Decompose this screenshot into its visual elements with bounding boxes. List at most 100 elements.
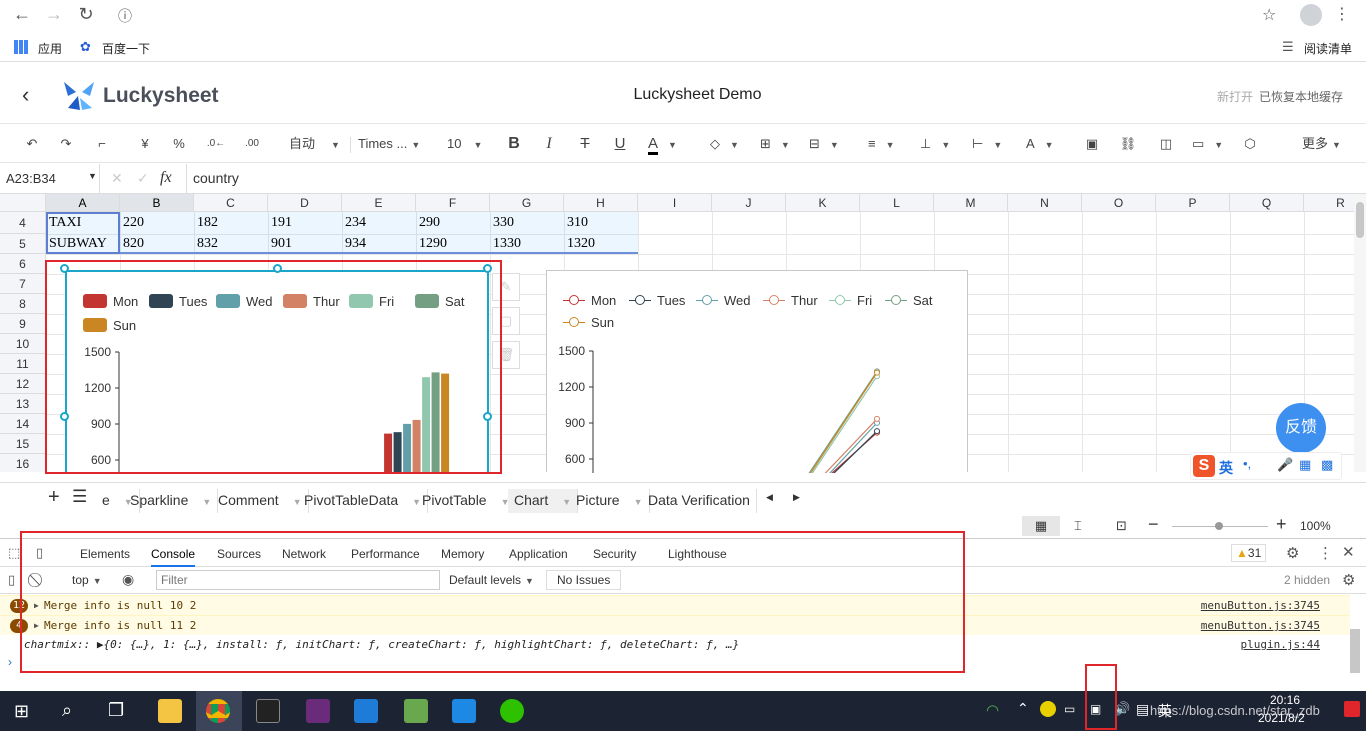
console-source-link[interactable]: menuButton.js:3745 [1201,596,1320,616]
sheet-tab[interactable]: Picture ▼ [570,489,650,513]
sheet-tab[interactable]: Data Verification [642,489,757,513]
sidebar-toggle-icon[interactable]: ▯ [8,572,15,588]
star-icon[interactable]: ☆ [1262,5,1276,25]
profile-avatar[interactable] [1300,4,1322,26]
windows-start-icon[interactable]: ⊞ [14,701,29,722]
notepad-icon[interactable] [404,699,428,723]
legend-item[interactable]: Fri [349,294,394,309]
legend-item[interactable]: Wed [696,293,751,308]
network-icon[interactable]: ▣ [1090,702,1101,716]
resize-handle[interactable] [483,412,492,421]
zoom-slider-thumb[interactable] [1215,522,1223,530]
cell[interactable]: 290 [416,213,490,233]
confirm-icon[interactable]: ✓ [137,170,149,187]
column-header[interactable]: G [490,194,564,212]
legend-item[interactable]: Sun [563,315,614,330]
column-header[interactable]: A [46,194,120,212]
forward-icon[interactable]: → [42,4,66,25]
expand-icon[interactable]: ▶ [34,616,39,636]
page-layout-icon[interactable]: ⊡ [1116,518,1127,534]
devtools-tab[interactable]: Memory [441,547,484,561]
sheet-tab[interactable]: Chart ▼ [508,489,579,513]
italic-button[interactable]: I [540,134,558,154]
terminal-icon[interactable] [256,699,280,723]
resize-handle[interactable] [60,264,69,273]
column-header[interactable]: H [564,194,638,212]
console-settings-icon[interactable]: ⚙ [1342,571,1355,589]
cell[interactable]: 220 [120,213,194,233]
image-icon[interactable]: ▣ [1082,134,1102,154]
align-button[interactable]: ≡ ▼ [868,134,904,154]
legend-item[interactable]: Sun [83,318,136,333]
apps-grid-icon[interactable]: ▩ [1321,457,1333,473]
sheet-tab[interactable]: Sparkline ▼ [124,489,219,513]
feedback-button[interactable]: 反馈 [1276,403,1326,453]
devtools-tab[interactable]: Performance [351,547,420,561]
punctuation-icon[interactable]: •, [1243,456,1251,471]
legend-item[interactable]: Tues [149,294,207,309]
legend-item[interactable]: Fri [829,293,872,308]
chrome-active[interactable] [196,691,242,731]
vscode-icon[interactable] [354,699,378,723]
console-scrollbar[interactable] [1350,629,1360,673]
chevron-down-icon[interactable]: ▼ [88,171,97,181]
context-select[interactable]: top ▼ [72,573,102,587]
eye-icon[interactable]: ◉ [122,571,134,588]
row-header[interactable]: 7 [0,274,46,294]
merge-button[interactable]: ⊟ ▼ [809,134,845,154]
line-chart[interactable]: 15001200900600300 MonTuesWedThurFriSatSu… [546,270,968,473]
wifi-icon[interactable]: ◠ [986,701,999,719]
link-icon[interactable]: ⛓ [1118,134,1138,154]
more-button[interactable]: 更多 ▼ [1302,134,1346,154]
devtools-tab[interactable]: Application [509,547,568,561]
device-toolbar-icon[interactable]: ▯ [36,545,43,561]
sheet-tab[interactable]: PivotTableData ▼ [298,489,429,513]
volume-icon[interactable]: 🔊 [1114,701,1130,717]
corner-cell[interactable] [0,194,46,212]
cell[interactable]: TAXI [46,213,120,233]
border-button[interactable]: ⊞ ▼ [760,134,796,154]
devtools-tab[interactable]: Elements [80,547,130,561]
column-header[interactable]: B [120,194,194,212]
console-message[interactable]: 4 ▶ Merge info is null 11 2 menuButton.js:3… [0,615,1350,635]
legend-item[interactable]: Mon [563,293,616,308]
font-size-select[interactable]: 10 ▼ [447,134,487,154]
console-prompt-icon[interactable]: › [8,655,12,669]
close-icon[interactable]: ✕ [1342,543,1355,561]
scrollbar-thumb[interactable] [1356,202,1364,238]
bookmark-apps[interactable]: 应用 [38,40,62,57]
cell[interactable]: 1320 [564,234,638,254]
cell[interactable]: 182 [194,213,268,233]
warning-badge[interactable]: ▲31 [1231,544,1267,562]
zoom-in-icon[interactable]: + [1276,514,1287,535]
row-header[interactable]: 14 [0,414,46,434]
search-icon[interactable]: ⌕ [62,700,72,721]
legend-item[interactable]: Thur [763,293,818,308]
column-header[interactable]: P [1156,194,1230,212]
reading-list[interactable]: 阅读清单 [1304,40,1352,57]
fill-color-button[interactable]: ◇ ▼ [710,134,746,154]
cell[interactable]: 832 [194,234,268,254]
address-bar[interactable]: ⓘ [112,4,1292,28]
scroll-left-icon[interactable]: ◀ [766,492,773,503]
vertical-scrollbar[interactable] [1354,194,1366,472]
row-header[interactable]: 6 [0,254,46,274]
task-view-icon[interactable]: ❐ [108,700,124,721]
devtools-tab[interactable]: Security [593,547,636,561]
log-levels-select[interactable]: Default levels ▼ [449,573,534,587]
file-explorer-icon[interactable] [158,699,182,723]
valign-button[interactable]: ⊥ ▼ [920,134,956,154]
strikethrough-icon[interactable]: T [576,134,594,154]
wechat-icon[interactable] [500,699,524,723]
cell[interactable]: 191 [268,213,342,233]
formula-input[interactable]: country [186,164,1366,193]
menu-icon[interactable]: ⋮ [1334,4,1350,24]
devtools-tab[interactable]: Network [282,547,326,561]
currency-button[interactable]: ¥ [135,134,155,154]
mic-icon[interactable]: 🎤 [1277,457,1293,473]
console-source-link[interactable]: menuButton.js:3745 [1201,616,1320,636]
apps-icon[interactable] [14,40,28,54]
name-box[interactable]: A23:B34 ▼ [0,164,100,193]
column-header[interactable]: F [416,194,490,212]
column-header[interactable]: Q [1230,194,1304,212]
